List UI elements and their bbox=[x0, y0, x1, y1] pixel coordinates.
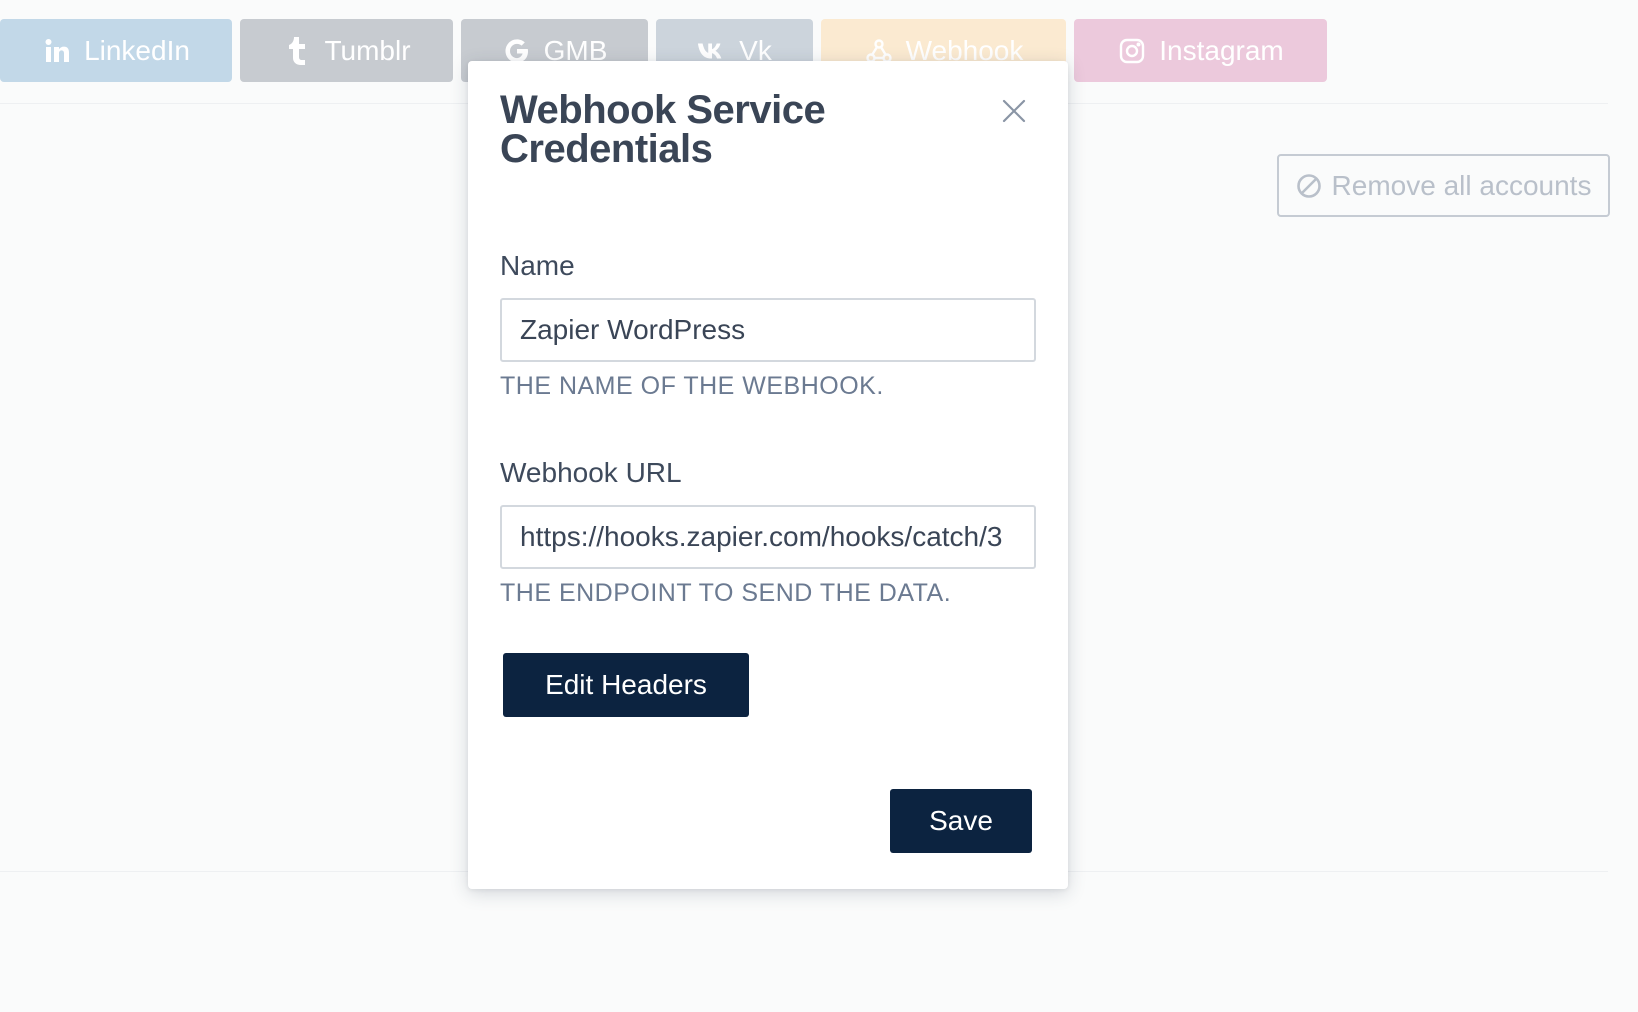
name-help-text: THE NAME OF THE WEBHOOK. bbox=[500, 372, 884, 400]
linkedin-icon bbox=[42, 36, 72, 66]
webhook-credentials-modal: Webhook Service Credentials Name THE NAM… bbox=[468, 61, 1068, 889]
webhook-url-input[interactable] bbox=[500, 505, 1036, 569]
tumblr-label: Tumblr bbox=[324, 34, 411, 66]
close-icon bbox=[1002, 99, 1026, 123]
edit-headers-button[interactable]: Edit Headers bbox=[503, 653, 749, 717]
tumblr-service-button[interactable]: Tumblr bbox=[240, 19, 453, 82]
webhook-url-label: Webhook URL bbox=[500, 457, 682, 488]
remove-all-accounts-button[interactable]: Remove all accounts bbox=[1277, 154, 1610, 217]
webhook-url-help-text: THE ENDPOINT TO SEND THE DATA. bbox=[500, 579, 952, 607]
linkedin-service-button[interactable]: LinkedIn bbox=[0, 19, 232, 82]
tumblr-icon bbox=[282, 36, 312, 66]
close-button[interactable] bbox=[998, 95, 1030, 127]
ban-icon bbox=[1296, 173, 1322, 199]
remove-all-label: Remove all accounts bbox=[1331, 169, 1592, 201]
instagram-service-button[interactable]: Instagram bbox=[1074, 19, 1327, 82]
name-input[interactable] bbox=[500, 298, 1036, 362]
save-button[interactable]: Save bbox=[890, 789, 1032, 853]
instagram-icon bbox=[1117, 36, 1147, 66]
instagram-label: Instagram bbox=[1159, 34, 1284, 66]
name-label: Name bbox=[500, 250, 575, 281]
modal-title: Webhook Service Credentials bbox=[500, 88, 826, 171]
linkedin-label: LinkedIn bbox=[84, 34, 190, 66]
